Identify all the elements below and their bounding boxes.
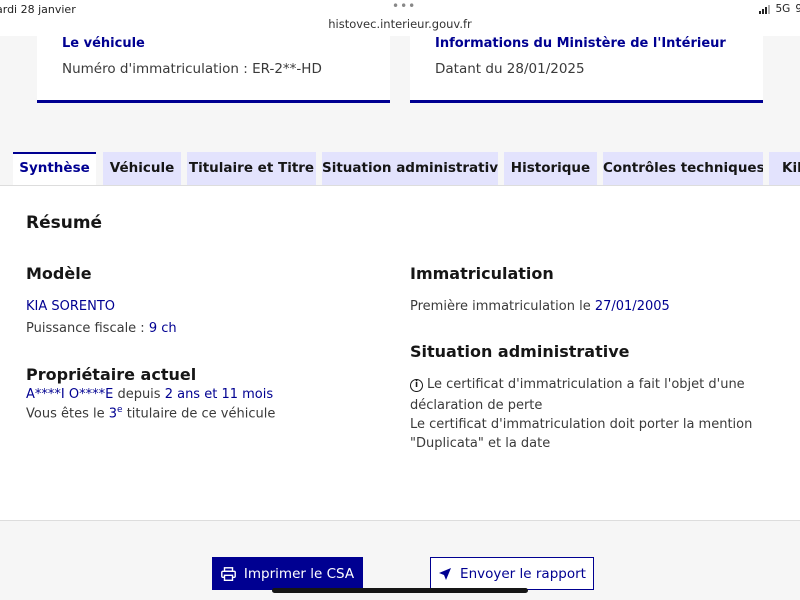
fiscal-power-value: 9 ch — [148, 321, 177, 336]
summary-title: Résumé — [26, 213, 103, 233]
vehicle-card-title: Le véhicule — [62, 36, 145, 51]
status-indicators: 5G 9 — [759, 3, 800, 15]
admin-line-3: Le certificat d'immatriculation doit por… — [410, 417, 753, 432]
first-registration-label: Première immatriculation le — [410, 299, 595, 314]
fiscal-power-label: Puissance fiscale : — [26, 321, 149, 336]
tab-titulaire-titre[interactable]: Titulaire et Titre — [187, 152, 316, 185]
tab-historique[interactable]: Historique — [504, 152, 597, 185]
admin-line-1-text: Le certificat d'immatriculation a fait l… — [427, 377, 745, 392]
browser-status-bar: ardi 28 janvier ••• histovec.interieur.g… — [0, 0, 800, 36]
first-registration-date: 27/01/2005 — [594, 299, 670, 314]
vehicle-card: Le véhicule Numéro d'immatriculation : E… — [37, 36, 390, 103]
network-label: 5G — [775, 3, 791, 15]
tab-synthese[interactable]: Synthèse — [13, 152, 96, 186]
status-date: ardi 28 janvier — [0, 3, 76, 16]
data-date: Datant du 28/01/2025 — [435, 61, 585, 77]
registration-heading: Immatriculation — [410, 264, 554, 283]
tab-vehicule[interactable]: Véhicule — [103, 152, 181, 185]
model-heading: Modèle — [26, 264, 92, 283]
owner-name: A****I O****E — [26, 387, 114, 402]
owner-heading: Propriétaire actuel — [26, 365, 197, 384]
info-icon: i — [410, 379, 423, 392]
admin-line-4: "Duplicata" et la date — [410, 436, 551, 451]
send-arrow-icon — [439, 567, 452, 580]
owner-rank: Vous êtes le 3e titulaire de ce véhicule — [26, 405, 275, 421]
first-registration: Première immatriculation le 27/01/2005 — [410, 299, 670, 314]
tab-controles-techniques[interactable]: Contrôles techniques — [603, 152, 763, 185]
owner-line: A****I O****E depuis 2 ans et 11 mois — [26, 387, 273, 402]
report-tabs: Synthèse Véhicule Titulaire et Titre Sit… — [0, 152, 800, 186]
tab-situation-administrative[interactable]: Situation administrative — [322, 152, 498, 185]
owner-rank-number: 3 — [108, 406, 118, 422]
owner-rank-prefix: Vous êtes le — [26, 406, 109, 422]
tab-kilometrage[interactable]: Kilo — [769, 152, 800, 185]
print-csa-label: Imprimer le CSA — [243, 565, 355, 582]
admin-heading: Situation administrative — [410, 342, 630, 361]
model-name: KIA SORENTO — [26, 299, 116, 314]
more-options-icon[interactable]: ••• — [392, 0, 416, 12]
registration-number: Numéro d'immatriculation : ER-2**-HD — [62, 61, 322, 77]
fiscal-power: Puissance fiscale : 9 ch — [26, 321, 177, 336]
admin-line-2: déclaration de perte — [410, 398, 543, 413]
print-csa-button[interactable]: Imprimer le CSA — [212, 557, 363, 590]
owner-since-value: 2 ans et 11 mois — [164, 387, 274, 402]
ministry-card: Informations du Ministère de l'Intérieur… — [410, 36, 763, 103]
owner-since-label: depuis — [113, 387, 165, 402]
battery-label: 9 — [795, 3, 800, 15]
address-bar-url[interactable]: histovec.interieur.gouv.fr — [0, 17, 800, 31]
signal-icon — [759, 4, 771, 14]
send-report-button[interactable]: Envoyer le rapport — [430, 557, 594, 590]
send-report-label: Envoyer le rapport — [460, 565, 586, 582]
admin-line-1: i Le certificat d'immatriculation a fait … — [410, 377, 745, 392]
owner-rank-suffix: titulaire de ce véhicule — [122, 406, 276, 422]
printer-icon — [221, 566, 236, 581]
home-indicator[interactable] — [272, 588, 528, 593]
synthese-panel: Résumé Modèle KIA SORENTO Puissance fisc… — [0, 185, 800, 521]
ministry-card-title: Informations du Ministère de l'Intérieur — [435, 36, 726, 51]
